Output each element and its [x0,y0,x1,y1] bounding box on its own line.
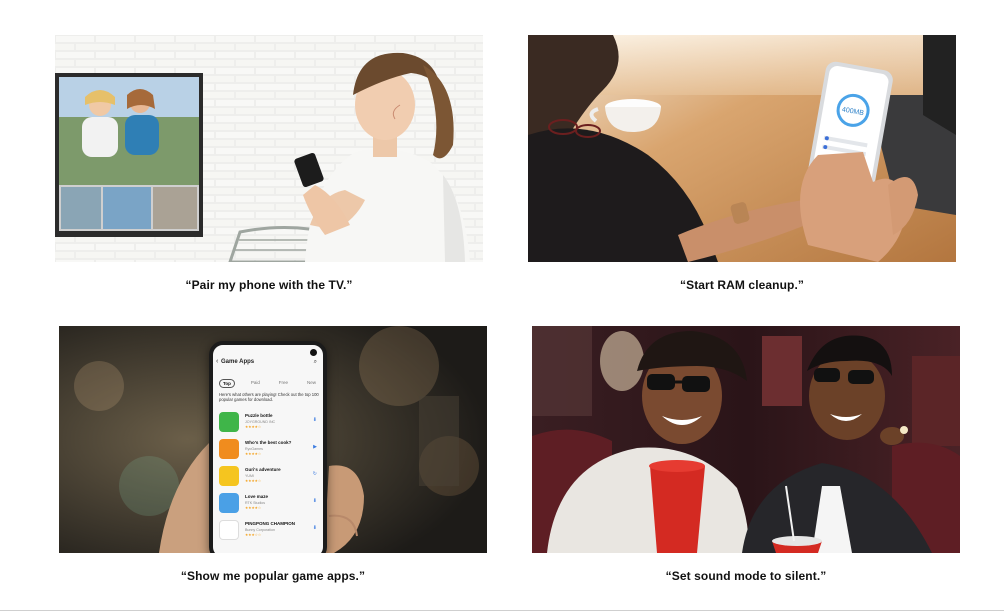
app-icon [219,493,239,513]
app-publisher: RyoGames [245,447,263,451]
app-list: Puzzle bottle JOYGROUND INC ★★★★☆ ⬇ Who'… [219,411,323,546]
caption-sound-mode: “Set sound mode to silent.” [665,569,827,583]
rating-stars-icon: ★★★☆☆ [245,533,262,537]
photo-couple-in-3d-movie-theater [532,326,960,553]
app-name: PINGPONG CHAMPION [245,521,296,526]
list-item[interactable]: Love maze RTK Studios ★★★★☆ ⬇ [219,492,323,519]
caption-ram-cleanup: “Start RAM cleanup.” [679,278,804,292]
app-name: Who's the best cook? [245,440,292,445]
app-icon [219,412,239,432]
screen-description: Here's what others are playing! Check ou… [219,392,319,403]
download-icon[interactable]: ⬇ [313,417,317,423]
app-publisher: Bunny Corporation [245,528,275,532]
download-icon[interactable]: ⬇ [313,498,317,504]
photo-woman-with-phone-and-tv [55,35,483,262]
caption-pair-phone-tv: “Pair my phone with the TV.” [185,278,353,292]
photo-hand-holding-phone-game-apps: ‹ Game Apps ⌕ Top Paid Free New Here's w… [59,326,487,553]
app-name: Puzzle bottle [245,413,273,418]
list-item[interactable]: Guri's adventure YUMI ★★★★☆ ↻ [219,465,323,492]
phone-screen: ‹ Game Apps ⌕ Top Paid Free New Here's w… [209,341,327,553]
camera-dot [310,349,317,356]
app-publisher: RTK Studios [245,501,266,505]
app-publisher: JOYGROUND INC [245,420,276,424]
tab-free[interactable]: Free [276,379,291,388]
app-icon [219,520,239,540]
app-icon [219,439,239,459]
list-item[interactable]: PINGPONG CHAMPION Bunny Corporation ★★★☆… [219,519,323,546]
update-icon[interactable]: ↻ [313,471,317,477]
card-pair-phone-tv: “Pair my phone with the TV.” [55,35,483,292]
tab-paid[interactable]: Paid [248,379,263,388]
list-item[interactable]: Puzzle bottle JOYGROUND INC ★★★★☆ ⬇ [219,411,323,438]
app-name: Love maze [245,494,269,499]
list-item[interactable]: Who's the best cook? RyoGames ★★★★☆ ▶ [219,438,323,465]
rating-stars-icon: ★★★★☆ [245,452,262,456]
rating-stars-icon: ★★★★☆ [245,425,262,429]
screen-title: Game Apps [221,359,255,365]
play-icon[interactable]: ▶ [313,444,317,450]
tab-new[interactable]: New [304,379,319,388]
card-game-apps: ‹ Game Apps ⌕ Top Paid Free New Here's w… [59,326,487,583]
download-icon[interactable]: ⬇ [313,525,317,531]
caption-game-apps: “Show me popular game apps.” [180,569,366,583]
app-icon [219,466,239,486]
photo-hands-holding-phone-ram-cleanup: 400MB [528,35,956,262]
search-icon[interactable]: ⌕ [314,359,317,366]
bottom-divider [0,610,1004,611]
back-arrow-icon[interactable]: ‹ [216,358,218,365]
card-ram-cleanup: 400MB “Start RAM cleanup.” [528,35,956,292]
app-publisher: YUMI [245,474,254,478]
tab-bar: Top Paid Free New [219,379,319,388]
rating-stars-icon: ★★★★☆ [245,506,262,510]
card-sound-mode: “Set sound mode to silent.” [532,326,960,583]
tab-top[interactable]: Top [219,379,235,388]
rating-stars-icon: ★★★★☆ [245,479,262,483]
app-name: Guri's adventure [245,467,281,472]
